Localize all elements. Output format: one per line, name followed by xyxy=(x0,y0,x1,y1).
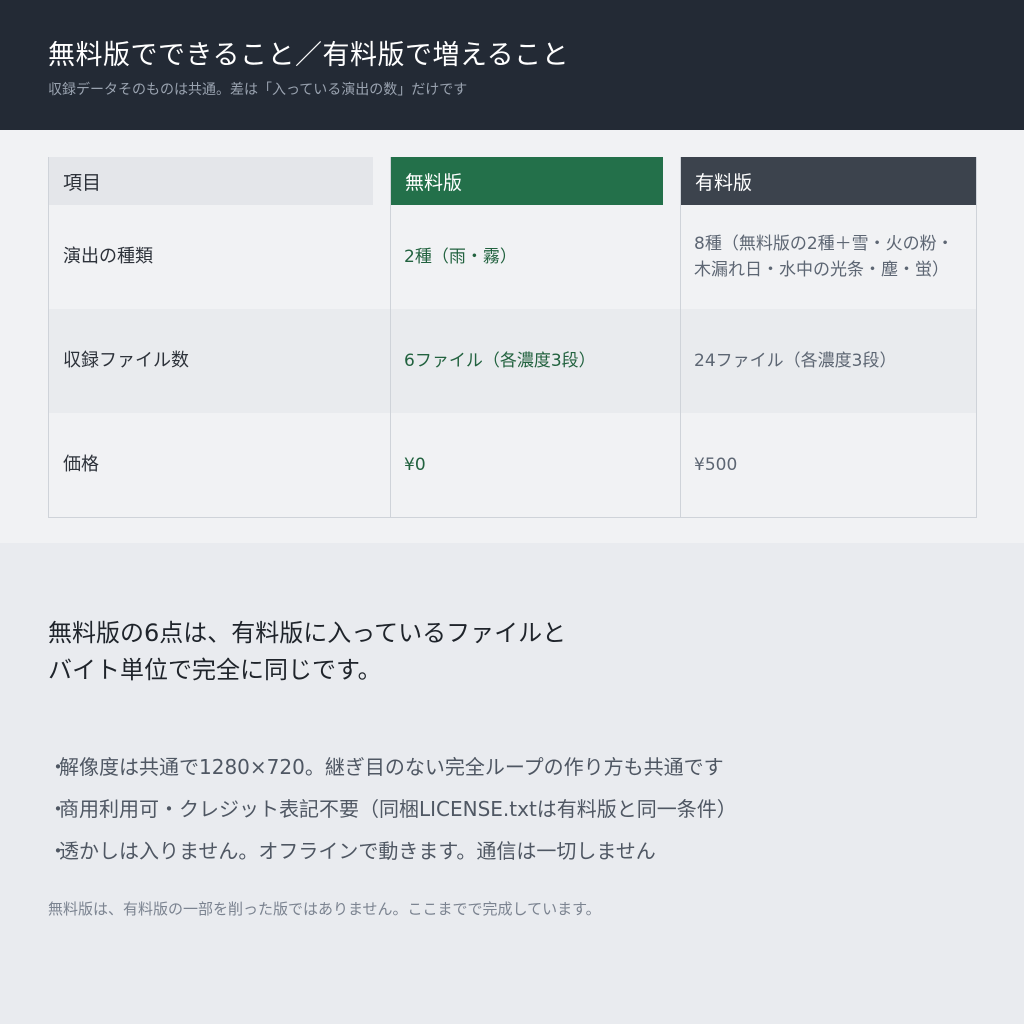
lead-statement: 無料版の6点は、有料版に入っているファイルと バイト単位で完全に同じです。 xyxy=(48,615,566,689)
paid-effects-line: 木漏れ日・水中の光条・塵・蛍） xyxy=(694,260,949,280)
header-cell-free: 無料版 xyxy=(391,157,663,205)
details-section: 無料版の6点は、有料版に入っているファイルと バイト単位で完全に同じです。 ・解… xyxy=(0,543,1024,1024)
paid-effects-line: 8種（無料版の2種＋雪・火の粉・ xyxy=(694,234,954,254)
list-item: ・商用利用可・クレジット表記不要（同梱LICENSE.txtは有料版と同一条件） xyxy=(48,788,737,830)
free-price-value: ¥0 xyxy=(404,455,426,475)
lead-line: 無料版の6点は、有料版に入っているファイルと xyxy=(48,619,567,647)
paid-file-count-value: 24ファイル（各濃度3段） xyxy=(694,351,897,371)
table-row xyxy=(49,413,976,517)
paid-effects-value: 8種（無料版の2種＋雪・火の粉・ 木漏れ日・水中の光条・塵・蛍） xyxy=(694,205,954,309)
feature-list: ・解像度は共通で1280×720。継ぎ目のない完全ループの作り方も共通です ・商… xyxy=(48,746,737,872)
bullet-mark: ・ xyxy=(48,755,68,779)
page-title: 無料版でできること／有料版で増えること xyxy=(48,40,570,71)
header: 無料版でできること／有料版で増えること 収録データそのものは共通。差は「入ってい… xyxy=(0,0,1024,130)
header-cell-paid: 有料版 xyxy=(681,157,976,205)
bullet-mark: ・ xyxy=(48,797,68,821)
column-divider xyxy=(680,157,681,517)
comparison-table: 項目 無料版 有料版 演出の種類 2種（雨・霧） 8種（無料版の2種＋雪・火の粉… xyxy=(48,157,977,518)
free-effects-value: 2種（雨・霧） xyxy=(404,247,517,267)
list-item: ・透かしは入りません。オフラインで動きます。通信は一切しません xyxy=(48,830,737,872)
list-item: ・解像度は共通で1280×720。継ぎ目のない完全ループの作り方も共通です xyxy=(48,746,737,788)
paid-price-value: ¥500 xyxy=(694,455,738,475)
row-label-price: 価格 xyxy=(63,454,99,475)
lead-line: バイト単位で完全に同じです。 xyxy=(48,656,382,684)
header-cell-item: 項目 xyxy=(49,157,373,205)
bullet-mark: ・ xyxy=(48,839,68,863)
comparison-section: 項目 無料版 有料版 演出の種類 2種（雨・霧） 8種（無料版の2種＋雪・火の粉… xyxy=(0,130,1024,543)
page-subtitle: 収録データそのものは共通。差は「入っている演出の数」だけです xyxy=(48,82,468,98)
row-label-effects: 演出の種類 xyxy=(63,246,153,267)
footnote: 無料版は、有料版の一部を削った版ではありません。ここまでで完成しています。 xyxy=(48,900,601,918)
row-label-file-count: 収録ファイル数 xyxy=(63,350,189,371)
column-divider xyxy=(390,157,391,517)
free-file-count-value: 6ファイル（各濃度3段） xyxy=(404,351,596,371)
